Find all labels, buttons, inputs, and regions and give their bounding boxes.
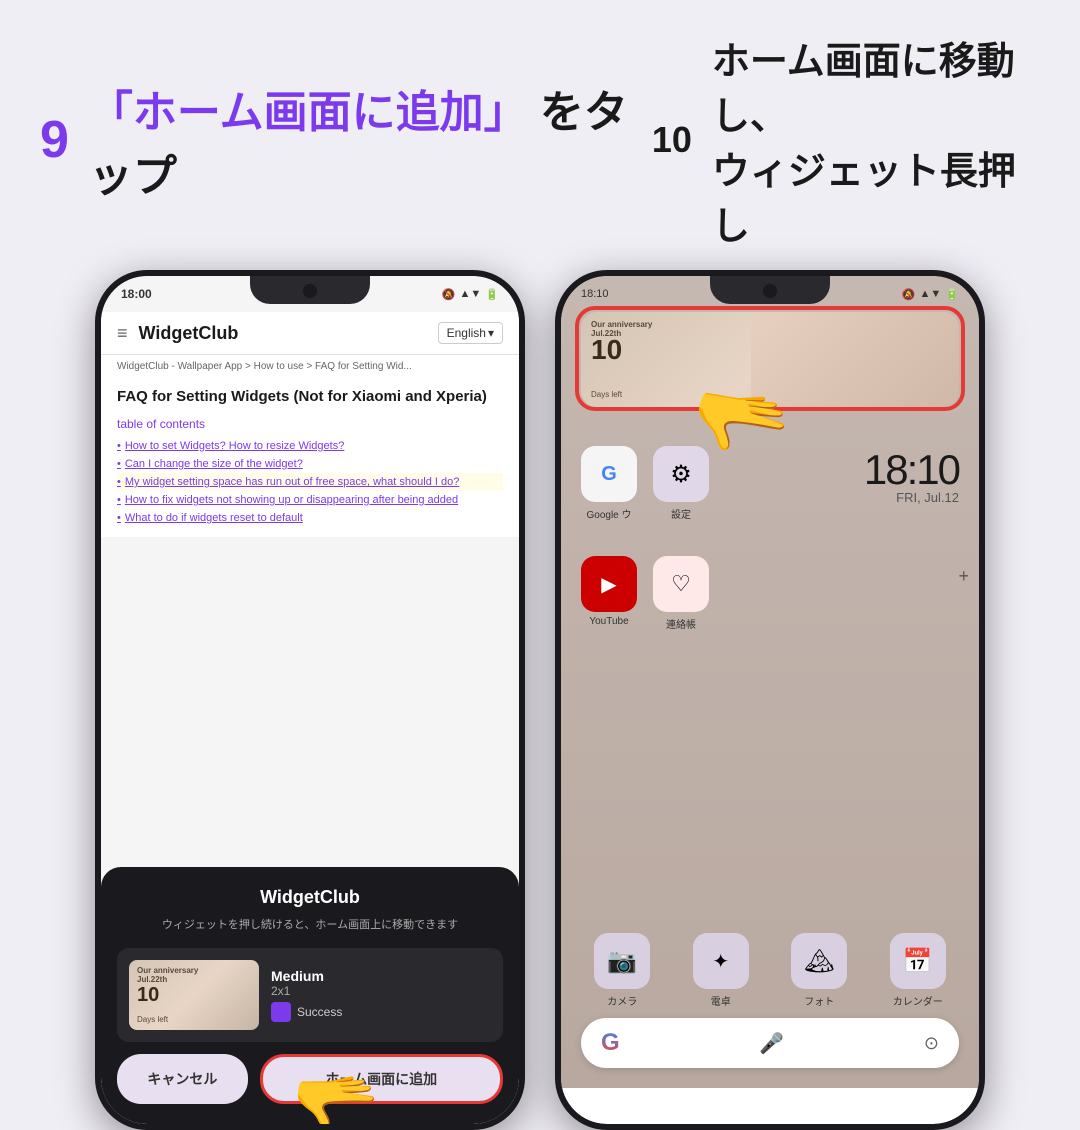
camera-app-label: カメラ bbox=[607, 993, 637, 1008]
hw-cat-image bbox=[751, 312, 959, 407]
chevron-icon: ▾ bbox=[488, 326, 494, 340]
widget-anniversary-text: Our anniversaryJul.22th bbox=[137, 966, 198, 984]
photos-app-label: フォト bbox=[804, 993, 834, 1008]
app-item-contacts[interactable]: ♡ 連絡帳 bbox=[653, 556, 709, 631]
widget-info: Medium 2x1 Success bbox=[271, 968, 342, 1022]
right-phone-screen: 18:10 🔕 ▲▼ 🔋 Our anniversaryJul.22th 10 … bbox=[561, 276, 979, 1124]
phone-camera bbox=[303, 284, 317, 298]
page-title: FAQ for Setting Widgets (Not for Xiaomi … bbox=[101, 378, 519, 411]
lens-icon[interactable]: ⊙ bbox=[924, 1033, 939, 1054]
app-item-settings[interactable]: ⚙ 設定 bbox=[653, 446, 709, 521]
photos-app-icon: 🏔 bbox=[791, 933, 847, 989]
home-widget[interactable]: Our anniversaryJul.22th 10 Days left bbox=[581, 312, 959, 407]
widget-app-row: Success bbox=[271, 1002, 342, 1022]
widget-preview-card: Our anniversaryJul.22th 10 Days left Med… bbox=[117, 948, 503, 1042]
sheet-title: WidgetClub bbox=[117, 887, 503, 908]
widget-countdown-num: 10 bbox=[137, 984, 159, 1007]
contacts-app-label: 連絡帳 bbox=[666, 616, 696, 631]
hw-countdown-num: 10 bbox=[591, 334, 622, 366]
plus-icon[interactable]: + bbox=[958, 566, 969, 587]
google-g-icon: G bbox=[601, 1029, 620, 1057]
google-search-bar[interactable]: G 🎤 ⊙ bbox=[581, 1018, 959, 1068]
calendar-app-label: カレンダー bbox=[893, 993, 943, 1008]
settings-app-label: 設定 bbox=[671, 506, 691, 521]
app-row-1: G Google ウ ⚙ 設定 bbox=[581, 446, 709, 521]
clock-time: 18:10 bbox=[864, 446, 959, 494]
lang-button[interactable]: English ▾ bbox=[438, 322, 503, 344]
mic-icon[interactable]: 🎤 bbox=[759, 1031, 784, 1056]
right-phone-camera bbox=[763, 284, 777, 298]
widget-days-left: Days left bbox=[137, 1015, 168, 1024]
toc-header: table of contents bbox=[101, 411, 519, 437]
hw-days-left: Days left bbox=[591, 390, 622, 399]
widget-size-label: Medium bbox=[271, 968, 342, 984]
breadcrumb: WidgetClub - Wallpaper App > How to use … bbox=[101, 355, 519, 378]
home-screen: 18:10 🔕 ▲▼ 🔋 Our anniversaryJul.22th 10 … bbox=[561, 276, 979, 1088]
toc-list: How to set Widgets? How to resize Widget… bbox=[101, 437, 519, 537]
right-status-icons: 🔕 ▲▼ 🔋 bbox=[902, 288, 959, 301]
site-name: WidgetClub bbox=[139, 323, 239, 343]
home-widget-inner: Our anniversaryJul.22th 10 Days left bbox=[581, 312, 959, 407]
clock-widget: 18:10 FRI, Jul.12 bbox=[864, 446, 959, 505]
widget-app-name: Success bbox=[297, 1005, 342, 1019]
app-item-calculator[interactable]: ✦ 電卓 bbox=[680, 933, 763, 1008]
toc-item-1[interactable]: How to set Widgets? How to resize Widget… bbox=[117, 437, 503, 455]
calculator-app-label: 電卓 bbox=[711, 993, 731, 1008]
widget-app-icon bbox=[271, 1002, 291, 1022]
toc-item-2[interactable]: Can I change the size of the widget? bbox=[117, 455, 503, 473]
widget-image: Our anniversaryJul.22th 10 Days left bbox=[129, 960, 259, 1030]
left-status-icons: 🔕 ▲▼ 🔋 bbox=[442, 288, 499, 301]
browser-header: ≡ WidgetClub English ▾ bbox=[101, 312, 519, 355]
widget-dims-label: 2x1 bbox=[271, 984, 342, 998]
right-phone: 18:10 🔕 ▲▼ 🔋 Our anniversaryJul.22th 10 … bbox=[555, 270, 985, 1130]
header: 9 「ホーム画面に追加」 をタップ 10 ホーム画面に移動し、 ウィジェット長押… bbox=[0, 0, 1080, 270]
step10-number: 10 bbox=[652, 119, 692, 161]
app-item-photos[interactable]: 🏔 フォト bbox=[778, 933, 861, 1008]
hand-cursor-bottom: 🫳 bbox=[293, 1062, 380, 1124]
app-item-youtube[interactable]: ▶ YouTube bbox=[581, 556, 637, 631]
app-item-google[interactable]: G Google ウ bbox=[581, 446, 637, 521]
google-app-icon: G bbox=[581, 446, 637, 502]
step9-number: 9 bbox=[40, 110, 69, 170]
menu-icon: ≡ bbox=[117, 323, 128, 343]
sheet-desc: ウィジェットを押し続けると、ホーム画面上に移動できます bbox=[117, 916, 503, 932]
left-time: 18:00 bbox=[121, 287, 152, 301]
youtube-app-label: YouTube bbox=[589, 616, 628, 627]
app-row-2: ▶ YouTube ♡ 連絡帳 bbox=[581, 556, 709, 631]
app-item-camera[interactable]: 📷 カメラ bbox=[581, 933, 664, 1008]
calculator-app-icon: ✦ bbox=[693, 933, 749, 989]
step10-label: ホーム画面に移動し、 ウィジェット長押し bbox=[712, 41, 1016, 248]
app-item-calendar[interactable]: 📅 カレンダー bbox=[877, 933, 960, 1008]
calendar-app-icon: 📅 bbox=[890, 933, 946, 989]
contacts-app-icon: ♡ bbox=[653, 556, 709, 612]
toc-item-3[interactable]: My widget setting space has run out of f… bbox=[117, 473, 503, 491]
camera-app-icon: 📷 bbox=[594, 933, 650, 989]
right-time: 18:10 bbox=[581, 288, 609, 300]
step9-label: 「ホーム画面に追加」 をタップ bbox=[89, 88, 628, 201]
cancel-button[interactable]: キャンセル bbox=[117, 1054, 248, 1104]
toc-item-5[interactable]: What to do if widgets reset to default bbox=[117, 509, 503, 527]
phones-row: 18:00 🔕 ▲▼ 🔋 ≡ WidgetClub English ▾ bbox=[0, 270, 1080, 1130]
bottom-apps: 📷 カメラ ✦ 電卓 🏔 フォト 📅 カレンダー bbox=[581, 933, 959, 1008]
google-app-label: Google ウ bbox=[586, 506, 631, 521]
youtube-app-icon: ▶ bbox=[581, 556, 637, 612]
settings-app-icon: ⚙ bbox=[653, 446, 709, 502]
left-phone: 18:00 🔕 ▲▼ 🔋 ≡ WidgetClub English ▾ bbox=[95, 270, 525, 1130]
toc-item-4[interactable]: How to fix widgets not showing up or dis… bbox=[117, 491, 503, 509]
left-phone-screen: 18:00 🔕 ▲▼ 🔋 ≡ WidgetClub English ▾ bbox=[101, 276, 519, 1124]
